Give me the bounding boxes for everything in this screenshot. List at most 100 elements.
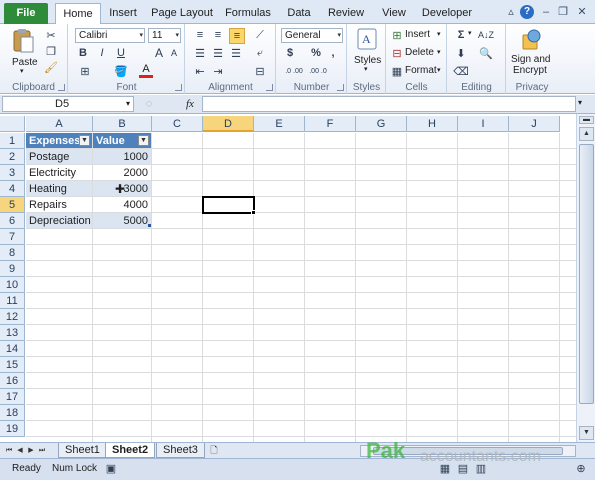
sign-encrypt-label-line1[interactable]: Sign and bbox=[511, 54, 550, 65]
first-sheet-button[interactable]: ⏮ bbox=[4, 445, 14, 457]
number-format-select[interactable]: General ▾ bbox=[281, 28, 343, 43]
scroll-down-button[interactable]: ▼ bbox=[579, 426, 594, 440]
tab-insert[interactable]: Insert bbox=[103, 3, 143, 24]
align-top-icon[interactable]: ≡ bbox=[193, 28, 207, 42]
autosum-dropdown-icon[interactable]: ▾ bbox=[468, 29, 472, 37]
row-header-9[interactable]: 9 bbox=[0, 261, 25, 277]
fill-icon[interactable]: ⬇ bbox=[454, 46, 468, 60]
table-cell-value[interactable]: 4000 bbox=[93, 197, 151, 212]
format-dropdown-icon[interactable]: ▾ bbox=[437, 66, 441, 74]
align-middle-icon[interactable]: ≡ bbox=[211, 28, 225, 42]
row-header-10[interactable]: 10 bbox=[0, 277, 25, 293]
row-header-11[interactable]: 11 bbox=[0, 293, 25, 309]
prev-sheet-button[interactable]: ◀ bbox=[15, 445, 25, 457]
column-header-h[interactable]: H bbox=[407, 116, 458, 132]
zoom-in-icon[interactable]: ⊕ bbox=[574, 462, 588, 475]
table-cell-expense[interactable]: Heating bbox=[26, 181, 92, 196]
table-resize-handle[interactable] bbox=[148, 224, 151, 227]
column-header-f[interactable]: F bbox=[305, 116, 356, 132]
align-right-icon[interactable]: ☰ bbox=[229, 46, 243, 60]
row-header-17[interactable]: 17 bbox=[0, 389, 25, 405]
column-header-i[interactable]: I bbox=[458, 116, 509, 132]
find-select-icon[interactable]: 🔍 bbox=[478, 46, 494, 60]
column-header-e[interactable]: E bbox=[254, 116, 305, 132]
active-cell[interactable] bbox=[202, 196, 255, 214]
help-icon[interactable]: ? bbox=[520, 5, 534, 19]
format-cells-button[interactable]: Format bbox=[405, 65, 437, 76]
column-header-a[interactable]: A bbox=[26, 116, 93, 132]
minimize-ribbon-icon[interactable]: ▵ bbox=[504, 5, 518, 19]
delete-cells-button[interactable]: Delete bbox=[405, 47, 434, 58]
bold-button[interactable]: B bbox=[77, 46, 89, 60]
table-header-cell[interactable]: Value ▼ bbox=[93, 133, 151, 148]
insert-cells-button[interactable]: Insert bbox=[405, 29, 430, 40]
row-header-15[interactable]: 15 bbox=[0, 357, 25, 373]
select-all-button[interactable] bbox=[0, 116, 25, 132]
column-header-b[interactable]: B bbox=[93, 116, 152, 132]
decrease-decimal-button[interactable]: .00 .0 bbox=[307, 64, 329, 78]
table-cell-expense[interactable]: Postage bbox=[26, 149, 92, 164]
italic-button[interactable]: I bbox=[96, 46, 108, 60]
font-color-button[interactable]: A bbox=[139, 62, 153, 78]
align-left-icon[interactable]: ☰ bbox=[193, 46, 207, 60]
cut-icon[interactable]: ✂ bbox=[44, 28, 58, 42]
format-cells-icon[interactable]: ▦ bbox=[391, 64, 403, 78]
worksheet-grid[interactable]: A B C D E F G H I J 1 2 3 4 5 6 7 8 9 10 11 12 13 14 15 16 17 18 19 E… bbox=[0, 116, 576, 442]
table-cell-value[interactable]: 2000 bbox=[93, 165, 151, 180]
styles-icon[interactable]: A bbox=[357, 28, 377, 50]
macro-record-icon[interactable]: ▣ bbox=[104, 462, 118, 475]
file-tab[interactable]: File bbox=[4, 3, 48, 24]
fill-handle[interactable] bbox=[251, 210, 256, 215]
delete-cells-icon[interactable]: ⊟ bbox=[391, 46, 403, 60]
wrap-text-icon[interactable]: ⤶ bbox=[251, 46, 269, 60]
font-name-select[interactable]: Calibri ▾ bbox=[75, 28, 145, 43]
paste-icon[interactable] bbox=[10, 27, 36, 55]
row-header-16[interactable]: 16 bbox=[0, 373, 25, 389]
percent-button[interactable]: % bbox=[310, 46, 322, 60]
clipboard-launcher-icon[interactable] bbox=[58, 84, 65, 91]
borders-icon[interactable]: ⊞ bbox=[77, 64, 93, 78]
row-header-5[interactable]: 5 bbox=[0, 197, 25, 213]
sheet-tab-3[interactable]: Sheet3 bbox=[156, 443, 205, 458]
sheet-tab-2[interactable]: Sheet2 bbox=[105, 443, 156, 458]
align-center-icon[interactable]: ☰ bbox=[211, 46, 225, 60]
currency-button[interactable]: $ bbox=[283, 46, 297, 60]
autosum-icon[interactable]: Σ bbox=[454, 28, 468, 42]
window-close-icon[interactable]: ✕ bbox=[575, 5, 589, 19]
increase-decimal-button[interactable]: .0 .00 bbox=[283, 64, 305, 78]
row-header-18[interactable]: 18 bbox=[0, 405, 25, 421]
decrease-indent-icon[interactable]: ⇤ bbox=[193, 64, 207, 78]
row-header-19[interactable]: 19 bbox=[0, 421, 25, 437]
row-header-6[interactable]: 6 bbox=[0, 213, 25, 229]
table-cell-expense[interactable]: Electricity bbox=[26, 165, 92, 180]
next-sheet-button[interactable]: ▶ bbox=[26, 445, 36, 457]
table-cell-value[interactable]: 5000 bbox=[93, 213, 151, 228]
align-bottom-icon[interactable]: ≡ bbox=[229, 28, 245, 44]
format-painter-icon[interactable]: 🖌 bbox=[44, 60, 58, 74]
table-cell-expense[interactable]: Depreciation bbox=[26, 213, 92, 228]
alignment-launcher-icon[interactable] bbox=[266, 84, 273, 91]
shrink-font-button[interactable]: A bbox=[168, 46, 180, 60]
styles-dropdown-icon[interactable]: ▾ bbox=[364, 65, 368, 73]
split-handle-icon[interactable]: ▬ bbox=[579, 116, 594, 124]
comma-button[interactable]: , bbox=[327, 46, 339, 60]
expand-formula-bar-icon[interactable]: ▾ bbox=[578, 98, 582, 107]
font-size-select[interactable]: 11 ▾ bbox=[148, 28, 181, 43]
tab-page-layout[interactable]: Page Layout bbox=[147, 3, 217, 24]
name-box[interactable]: D5 ▾ bbox=[2, 96, 134, 112]
table-cell-value[interactable]: 1000 bbox=[93, 149, 151, 164]
tab-formulas[interactable]: Formulas bbox=[222, 3, 274, 24]
vertical-scrollbar[interactable]: ▬ ▲ ▼ bbox=[576, 114, 595, 442]
fill-color-icon[interactable]: 🪣 bbox=[113, 64, 129, 78]
sign-encrypt-icon[interactable] bbox=[520, 27, 542, 51]
grow-font-button[interactable]: A bbox=[153, 46, 165, 60]
row-header-8[interactable]: 8 bbox=[0, 245, 25, 261]
clear-icon[interactable]: ⌫ bbox=[453, 64, 469, 78]
sign-encrypt-label-line2[interactable]: Encrypt bbox=[513, 65, 547, 76]
filter-dropdown-icon[interactable]: ▼ bbox=[138, 135, 149, 146]
styles-button[interactable]: Styles bbox=[354, 55, 381, 66]
filter-dropdown-icon[interactable]: ▼ bbox=[79, 135, 90, 146]
window-minimize-icon[interactable]: – bbox=[539, 5, 553, 19]
paste-label[interactable]: Paste bbox=[12, 57, 38, 68]
tab-home[interactable]: Home bbox=[55, 3, 101, 25]
